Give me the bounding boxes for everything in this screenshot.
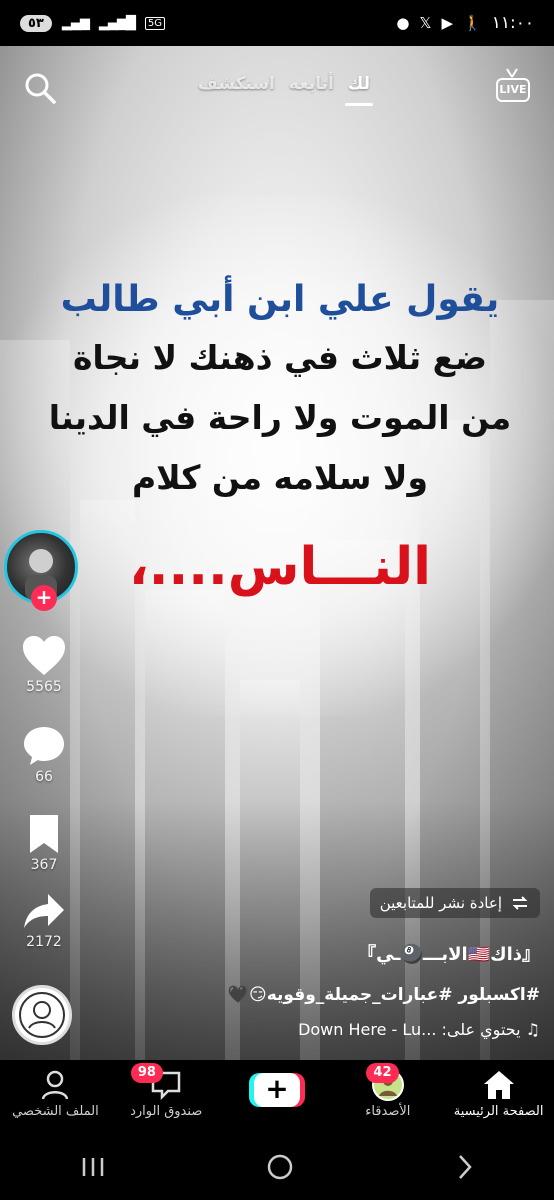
signal-icon-2: ▂▄▆█ xyxy=(98,15,136,31)
status-right: ● 𝕏 ▶ 🚶 ١١:٠٠ xyxy=(396,13,534,33)
nav-home[interactable]: الصفحة الرئيسية xyxy=(443,1060,554,1134)
save-button[interactable]: 367 xyxy=(0,813,88,873)
share-icon xyxy=(24,894,64,928)
music-note-icon: ♫ xyxy=(520,1020,540,1039)
top-nav: لك أتابعه استكشف LIVE xyxy=(0,62,554,122)
profile-icon xyxy=(37,1068,73,1102)
heart-icon xyxy=(23,636,65,675)
follow-button[interactable]: + xyxy=(31,585,57,611)
youtube-icon: ▶ xyxy=(441,14,454,32)
like-count: 5565 xyxy=(26,679,62,695)
author-name[interactable]: 『ذاك🇺🇸الابـــ🎱ـي』 xyxy=(40,940,540,966)
nav-friends-label: الأصدقاء xyxy=(365,1104,411,1119)
friends-badge: 42 xyxy=(366,1063,399,1083)
plus-icon: + xyxy=(254,1073,301,1107)
live-tv-icon xyxy=(506,68,518,78)
quote-ending: النـــاس....، xyxy=(129,537,431,597)
live-label: LIVE xyxy=(496,78,530,102)
create-button[interactable]: + xyxy=(249,1073,306,1107)
nav-inbox-label: صندوق الوارد xyxy=(130,1104,203,1119)
notification-dot-icon: ● xyxy=(396,14,410,32)
x-icon: 𝕏 xyxy=(419,14,432,32)
comment-count: 66 xyxy=(35,769,53,785)
search-button[interactable] xyxy=(22,70,62,110)
recent-apps-icon[interactable] xyxy=(78,1155,108,1179)
quote-line: ولا سلامه من كلام xyxy=(131,458,429,497)
status-bar: ٥٣ ▂▄▆ ▂▄▆█ 5G ● 𝕏 ▶ 🚶 ١١:٠٠ xyxy=(0,0,554,46)
quote-line: ضع ثلاث في ذهنك لا نجاة xyxy=(72,338,488,377)
search-icon xyxy=(25,73,56,104)
battery-indicator: ٥٣ xyxy=(20,14,52,32)
status-left: ٥٣ ▂▄▆ ▂▄▆█ 5G xyxy=(20,14,165,32)
comment-button[interactable]: 66 xyxy=(0,725,88,785)
inbox-badge: 98 xyxy=(130,1063,163,1083)
home-system-icon[interactable] xyxy=(265,1152,295,1182)
status-time: ١١:٠٠ xyxy=(491,13,534,33)
music-info[interactable]: ♫ يحتوي على: Down Here - Lu... xyxy=(40,1020,540,1039)
home-icon xyxy=(481,1068,517,1102)
bottom-nav: الصفحة الرئيسية الأصدقاء 42 + صندوق الوا… xyxy=(0,1060,554,1134)
network-badge: 5G xyxy=(144,16,165,30)
live-button[interactable]: LIVE xyxy=(494,68,534,108)
save-count: 367 xyxy=(30,857,58,873)
walking-icon: 🚶 xyxy=(463,14,482,32)
signal-icon: ▂▄▆ xyxy=(61,15,90,31)
quote-block: يقول علي ابن أبي طالب ضع ثلاث في ذهنك لا… xyxy=(40,272,520,612)
nav-profile-label: الملف الشخصي xyxy=(12,1104,99,1119)
system-nav-bar xyxy=(0,1134,554,1200)
music-title: Down Here - Lu... xyxy=(298,1020,437,1039)
nav-create[interactable]: + xyxy=(222,1060,333,1134)
tab-for-you[interactable]: لك xyxy=(344,74,374,106)
video-caption[interactable]: #اكسبلور #عبارات_جميلة_وقويه😏🖤 xyxy=(40,985,540,1005)
tab-explore[interactable]: استكشف xyxy=(198,74,275,94)
nav-home-label: الصفحة الرئيسية xyxy=(453,1104,544,1119)
back-icon[interactable] xyxy=(452,1152,476,1182)
nav-profile[interactable]: الملف الشخصي xyxy=(0,1060,111,1134)
quote-title: يقول علي ابن أبي طالب xyxy=(60,279,500,320)
feed-tabs: لك أتابعه استكشف xyxy=(198,74,374,106)
quote-line: من الموت ولا راحة في الدينا xyxy=(48,398,512,437)
tab-following[interactable]: أتابعه xyxy=(289,74,334,94)
nav-inbox[interactable]: صندوق الوارد 98 xyxy=(111,1060,222,1134)
creator-avatar-button[interactable]: + xyxy=(4,530,82,611)
music-prefix: يحتوي على: xyxy=(441,1020,521,1039)
bookmark-icon xyxy=(30,815,58,853)
repost-icon xyxy=(512,896,528,910)
repost-label: إعادة نشر للمتابعين xyxy=(379,894,502,912)
repost-button[interactable]: إعادة نشر للمتابعين xyxy=(369,888,540,918)
comment-icon xyxy=(24,727,64,765)
nav-friends[interactable]: الأصدقاء 42 xyxy=(332,1060,443,1134)
like-button[interactable]: 5565 xyxy=(0,635,88,695)
